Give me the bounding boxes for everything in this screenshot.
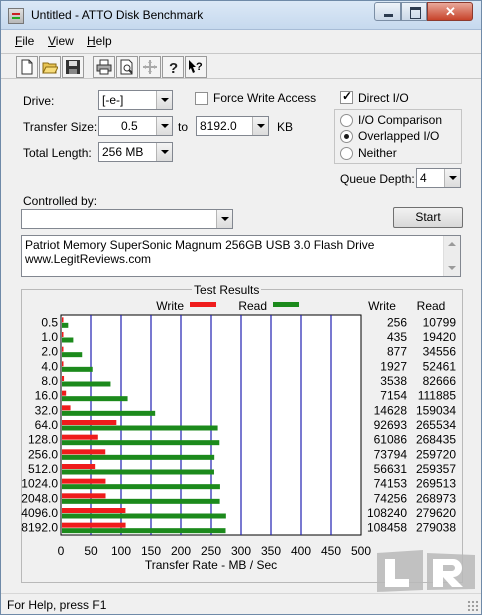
category-label: 16.0 — [35, 389, 59, 403]
resize-grip-icon[interactable] — [467, 600, 478, 611]
write-bar — [62, 478, 106, 484]
read-value: 10799 — [423, 315, 457, 329]
write-bar — [62, 493, 106, 499]
legend-write-label: Write — [156, 299, 184, 313]
read-value: 268435 — [416, 433, 456, 447]
read-value: 265534 — [416, 418, 456, 432]
write-bar — [62, 522, 126, 528]
x-tick-label: 200 — [171, 544, 191, 558]
read-bar — [62, 528, 226, 534]
legend-read-swatch — [273, 302, 299, 307]
write-bar — [62, 464, 96, 469]
read-value: 159034 — [416, 403, 456, 417]
benchmark-window: Untitled - ATTO Disk Benchmark File View… — [0, 0, 482, 615]
write-value: 92693 — [374, 418, 408, 432]
read-bar — [62, 469, 214, 475]
write-bar — [62, 332, 64, 337]
write-column-header: Write — [368, 299, 396, 313]
category-label: 32.0 — [35, 403, 59, 417]
read-bar — [62, 484, 220, 490]
x-tick-label: 100 — [111, 544, 131, 558]
write-value: 1927 — [380, 359, 407, 373]
x-tick-label: 0 — [58, 544, 65, 558]
read-bar — [62, 454, 215, 460]
x-tick-label: 300 — [231, 544, 251, 558]
category-label: 1024.0 — [21, 477, 58, 491]
write-value: 7154 — [380, 389, 407, 403]
write-value: 74153 — [374, 477, 408, 491]
read-bar — [62, 337, 74, 343]
status-bar: For Help, press F1 — [1, 593, 481, 614]
read-bar — [62, 366, 93, 372]
x-tick-label: 50 — [84, 544, 98, 558]
read-value: 111885 — [418, 389, 457, 403]
write-bar — [62, 390, 67, 396]
results-chart: 0 50 100 150 200 250 300 350 400 450 500 Transfer R… — [21, 299, 457, 572]
read-value: 268973 — [416, 491, 456, 505]
read-bar — [62, 513, 226, 519]
read-column-header: Read — [417, 299, 446, 313]
x-tick-label: 400 — [291, 544, 311, 558]
write-value: 14628 — [374, 403, 408, 417]
legit-reviews-logo — [377, 550, 475, 592]
category-label: 8.0 — [41, 374, 58, 388]
read-bar — [62, 498, 220, 504]
write-value: 108458 — [367, 521, 407, 535]
category-label: 4096.0 — [21, 506, 58, 520]
read-bar — [62, 440, 220, 446]
category-label: 128.0 — [28, 433, 58, 447]
category-label: 8192.0 — [21, 521, 58, 535]
category-label: 0.5 — [41, 315, 58, 329]
category-label: 1.0 — [41, 330, 58, 344]
read-value: 82666 — [423, 374, 457, 388]
write-value: 256 — [387, 315, 407, 329]
write-value: 61086 — [374, 433, 408, 447]
write-value: 56631 — [374, 462, 408, 476]
read-value: 279620 — [416, 506, 456, 520]
x-tick-label: 450 — [321, 544, 341, 558]
write-value: 108240 — [367, 506, 407, 520]
read-value: 19420 — [423, 330, 457, 344]
read-value: 34556 — [423, 345, 457, 359]
read-value: 269513 — [416, 477, 456, 491]
write-bar — [62, 361, 64, 367]
category-label: 512.0 — [28, 462, 58, 476]
read-bar — [62, 396, 128, 402]
read-value: 259357 — [416, 462, 456, 476]
write-bar — [62, 449, 106, 455]
write-bar — [62, 376, 65, 381]
category-label: 64.0 — [35, 418, 59, 432]
read-bar — [62, 381, 111, 387]
category-label: 256.0 — [28, 447, 58, 461]
read-bar — [62, 425, 218, 431]
x-tick-label: 350 — [261, 544, 281, 558]
read-bar — [62, 410, 156, 416]
status-text: For Help, press F1 — [7, 598, 107, 612]
legend-write-swatch — [190, 302, 216, 307]
read-value: 52461 — [423, 359, 457, 373]
category-label: 4.0 — [41, 359, 58, 373]
read-value: 259720 — [416, 447, 456, 461]
x-tick-label: 500 — [351, 544, 371, 558]
category-label: 2048.0 — [21, 491, 58, 505]
write-bar — [62, 434, 98, 440]
write-bar — [62, 508, 126, 513]
write-bar — [62, 317, 64, 323]
write-value: 74256 — [374, 491, 408, 505]
x-axis-label: Transfer Rate - MB / Sec — [145, 558, 277, 572]
read-bar — [62, 322, 69, 328]
read-bar — [62, 352, 83, 358]
write-value: 73794 — [374, 447, 408, 461]
write-bar — [62, 405, 71, 411]
x-tick-label: 150 — [141, 544, 161, 558]
write-value: 877 — [387, 345, 407, 359]
legend-read-label: Read — [238, 299, 267, 313]
write-bar — [62, 346, 64, 352]
category-label: 2.0 — [41, 345, 58, 359]
write-value: 3538 — [380, 374, 407, 388]
x-tick-label: 250 — [201, 544, 221, 558]
write-value: 435 — [387, 330, 407, 344]
write-bar — [62, 420, 117, 425]
read-value: 279038 — [416, 521, 456, 535]
